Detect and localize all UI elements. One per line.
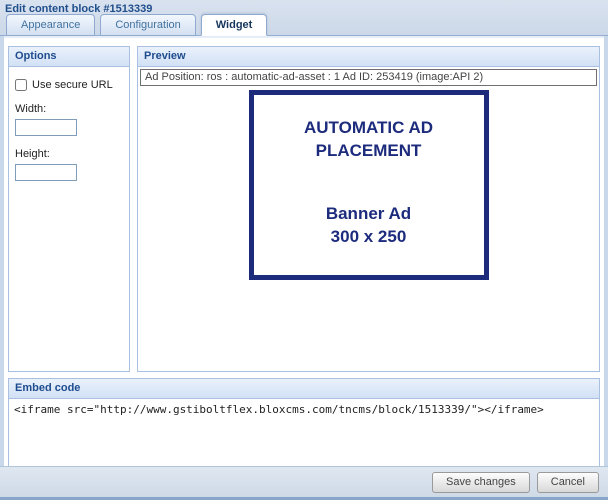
width-label: Width: [15, 103, 47, 115]
dialog-titlebar: Edit content block #1513339 Appearance C… [0, 0, 608, 36]
width-input[interactable] [15, 119, 77, 136]
tab-configuration[interactable]: Configuration [100, 14, 196, 36]
embed-code-text[interactable]: <iframe src="http://www.gstiboltflex.blo… [9, 399, 599, 466]
use-secure-url-label: Use secure URL [32, 79, 113, 91]
banner-headline: AUTOMATIC AD PLACEMENT [304, 117, 433, 163]
widget-tab-content: Options Use secure URL Width: Height: Pr… [4, 36, 604, 467]
panel-columns: Options Use secure URL Width: Height: Pr… [8, 46, 600, 372]
embed-code-panel: Embed code <iframe src="http://www.gstib… [8, 378, 600, 467]
save-changes-button[interactable]: Save changes [432, 471, 530, 493]
banner-line3: Banner Ad [325, 203, 412, 223]
options-panel-body: Use secure URL Width: Height: [9, 67, 129, 371]
height-label: Height: [15, 148, 50, 160]
banner-subtext: Banner Ad 300 x 250 [326, 203, 411, 249]
preview-panel-body: Ad Position: ros : automatic-ad-asset : … [138, 67, 599, 371]
tab-widget[interactable]: Widget [200, 14, 268, 36]
banner-line2: PLACEMENT [315, 140, 422, 160]
preview-panel: Preview Ad Position: ros : automatic-ad-… [137, 46, 600, 372]
tab-bar: Appearance Configuration Widget [6, 14, 268, 36]
height-input[interactable] [15, 164, 77, 181]
secure-url-row: Use secure URL [15, 79, 123, 91]
tab-appearance[interactable]: Appearance [6, 14, 96, 36]
options-panel: Options Use secure URL Width: Height: [8, 46, 130, 372]
embed-code-header: Embed code [9, 379, 599, 399]
dialog-footer: Save changes Cancel [0, 466, 608, 500]
banner-line4: 300 x 250 [330, 226, 407, 246]
use-secure-url-checkbox[interactable] [15, 79, 27, 91]
ad-banner-preview: AUTOMATIC AD PLACEMENT Banner Ad 300 x 2… [248, 90, 489, 280]
ad-position-info: Ad Position: ros : automatic-ad-asset : … [140, 69, 597, 86]
banner-line1: AUTOMATIC AD [303, 118, 434, 137]
preview-panel-header: Preview [138, 47, 599, 67]
options-panel-header: Options [9, 47, 129, 67]
cancel-button[interactable]: Cancel [536, 471, 599, 493]
